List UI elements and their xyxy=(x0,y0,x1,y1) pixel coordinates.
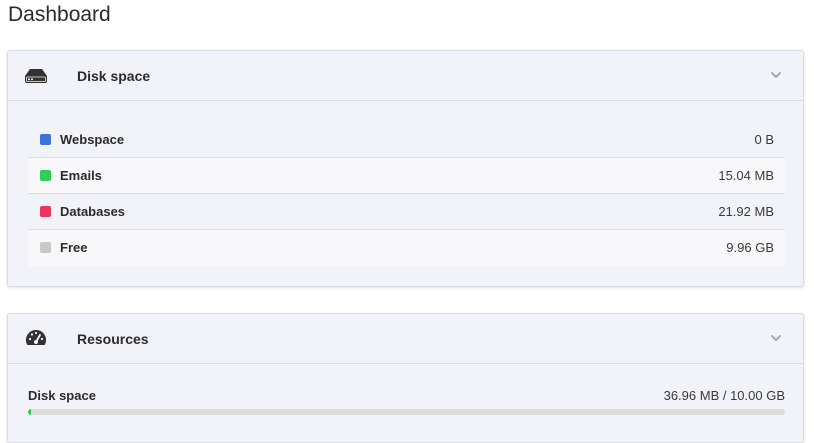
disk-space-progress-fill xyxy=(28,409,31,415)
legend-swatch xyxy=(40,242,51,253)
legend-label: Emails xyxy=(60,168,102,183)
legend-label: Databases xyxy=(60,204,126,219)
resources-panel: Resources Disk space 36.96 MB / 10.00 GB xyxy=(7,313,804,443)
chevron-down-icon[interactable] xyxy=(769,331,783,345)
legend-value: 0 B xyxy=(754,132,774,147)
disk-usage-legend: Webspace 0 B Emails 15.04 MB Databases 2… xyxy=(28,122,785,266)
legend-item-databases: Databases 21.92 MB xyxy=(28,194,785,230)
speedometer-icon xyxy=(24,328,48,350)
resource-value: 36.96 MB / 10.00 GB xyxy=(663,388,785,403)
legend-label: Free xyxy=(60,240,88,255)
resources-panel-title: Resources xyxy=(77,331,149,347)
legend-swatch xyxy=(40,170,51,181)
chevron-down-icon[interactable] xyxy=(769,68,783,82)
page-title: Dashboard xyxy=(8,3,111,26)
legend-item-free: Free 9.96 GB xyxy=(28,230,785,266)
legend-value: 9.96 GB xyxy=(726,240,774,255)
disk-space-panel-header[interactable]: Disk space xyxy=(8,51,803,101)
disk-space-panel: Disk space Webspace 0 B Emails 15.04 MB … xyxy=(7,50,804,287)
legend-value: 15.04 MB xyxy=(718,168,774,183)
legend-item-webspace: Webspace 0 B xyxy=(28,122,785,158)
resource-label: Disk space xyxy=(28,388,96,403)
legend-swatch xyxy=(40,134,51,145)
legend-label: Webspace xyxy=(60,132,125,147)
legend-swatch xyxy=(40,206,51,217)
disk-space-progress-bar xyxy=(28,409,785,415)
hard-drive-icon xyxy=(24,65,48,87)
disk-space-panel-title: Disk space xyxy=(77,68,151,84)
legend-item-emails: Emails 15.04 MB xyxy=(28,158,785,194)
legend-value: 21.92 MB xyxy=(718,204,774,219)
resources-panel-header[interactable]: Resources xyxy=(8,314,803,364)
